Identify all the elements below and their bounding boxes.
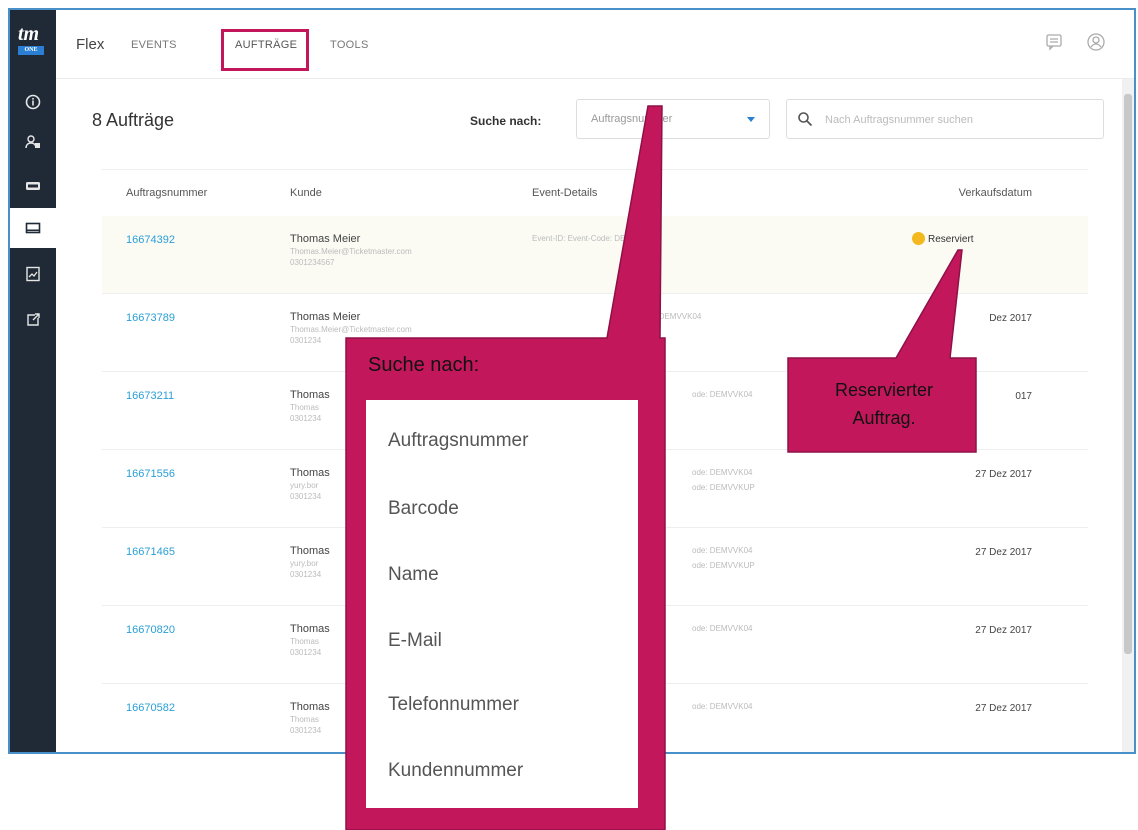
user-profile-icon[interactable] <box>1086 32 1106 52</box>
sidebar: tm ONE <box>10 10 56 752</box>
sidebar-item-external[interactable] <box>10 300 56 340</box>
card-icon <box>25 222 41 234</box>
status-text: Reserviert <box>928 234 974 245</box>
event-details: Event-Code: DEMVVK04 <box>612 312 702 321</box>
status-badge: Reserviert <box>912 232 974 245</box>
customer-email: yury.bor <box>290 481 319 490</box>
event-details: ode: DEMVVK04 <box>692 468 753 477</box>
order-number-link[interactable]: 16671556 <box>126 468 175 480</box>
customer-phone: 0301234567 <box>290 258 335 267</box>
chevron-down-icon <box>747 117 755 122</box>
customer-name: Thomas Meier <box>290 311 361 323</box>
sale-date: 27 Dez 2017 <box>975 703 1032 714</box>
search-callout-title: Suche nach: <box>368 354 480 376</box>
external-icon <box>27 313 40 326</box>
sidebar-item-tickets[interactable] <box>10 166 56 206</box>
tab-events[interactable]: EVENTS <box>131 39 177 51</box>
search-option-phone: Telefonnummer <box>388 694 519 715</box>
order-number-link[interactable]: 16673211 <box>126 390 174 402</box>
reserved-status-icon <box>912 232 925 245</box>
sale-date: 27 Dez 2017 <box>975 547 1032 558</box>
sale-date: 27 Dez 2017 <box>975 625 1032 636</box>
table-header: Auftragsnummer Kunde Event-Details Verka… <box>102 169 1088 217</box>
ticket-icon <box>26 182 40 190</box>
vertical-scrollbar[interactable] <box>1122 79 1134 752</box>
logo-text: tm <box>18 23 40 45</box>
sidebar-item-customers[interactable] <box>10 122 56 162</box>
event-details: ode: DEMVVK04 <box>692 546 753 555</box>
table-row[interactable]: 16673789 Thomas Meier Thomas.Meier@Ticke… <box>102 294 1088 372</box>
tm-one-logo: tm ONE <box>18 24 48 60</box>
scrollbar-thumb[interactable] <box>1124 94 1132 654</box>
col-customer[interactable]: Kunde <box>290 187 322 199</box>
search-by-value: Auftragsnummer <box>591 113 673 125</box>
order-number-link[interactable]: 16670820 <box>126 624 175 636</box>
search-option-barcode: Barcode <box>388 498 459 519</box>
users-icon <box>25 135 40 149</box>
search-input[interactable]: Nach Auftragsnummer suchen <box>786 99 1104 139</box>
sidebar-item-reports[interactable] <box>10 254 56 294</box>
customer-email: Thomas <box>290 715 319 724</box>
customer-name: Thomas <box>290 623 330 635</box>
reserved-callout-line2: Auftrag. <box>852 408 916 428</box>
customer-phone: 0301234 <box>290 414 322 423</box>
customer-email: yury.bor <box>290 559 319 568</box>
reserved-callout-line1: Reservierter <box>834 380 934 400</box>
customer-phone: 0301234 <box>290 648 322 657</box>
customer-name: Thomas <box>290 701 330 713</box>
sale-date: 27 Dez 2017 <box>975 469 1032 480</box>
customer-name: Thomas <box>290 389 330 401</box>
sidebar-item-info[interactable] <box>10 82 56 122</box>
customer-email: Thomas <box>290 637 319 646</box>
search-option-order-number: Auftragsnummer <box>388 430 529 451</box>
order-number-link[interactable]: 16671465 <box>126 546 175 558</box>
orders-count: 8 Aufträge <box>92 110 175 130</box>
event-details-2: ode: DEMVVKUP <box>692 483 755 492</box>
customer-name: Thomas <box>290 545 330 557</box>
search-option-name: Name <box>388 564 439 585</box>
search-option-email: E-Mail <box>388 630 442 651</box>
order-number-link[interactable]: 16673789 <box>126 312 175 324</box>
search-option-customer-number: Kundennummer <box>388 760 524 781</box>
brand-name: Flex <box>76 36 105 53</box>
tab-highlight-box <box>221 29 309 71</box>
table-row[interactable]: 16674392 Thomas Meier Thomas.Meier@Ticke… <box>102 216 1088 294</box>
customer-email: Thomas.Meier@Ticketmaster.com <box>290 247 412 256</box>
tab-tools[interactable]: TOOLS <box>330 39 369 51</box>
customer-phone: 0301234 <box>290 726 322 735</box>
search-placeholder: Nach Auftragsnummer suchen <box>825 114 973 126</box>
customer-phone: 0301234 <box>290 570 322 579</box>
search-options-list: Auftragsnummer Barcode Name E-Mail Telef… <box>366 400 638 808</box>
sale-date: Dez 2017 <box>989 313 1032 324</box>
event-details: Event-ID: Event-Code: DEMVVK04 <box>532 234 657 243</box>
col-order-number[interactable]: Auftragsnummer <box>126 187 207 199</box>
customer-name: Thomas <box>290 467 330 479</box>
info-icon <box>25 94 41 110</box>
search-by-select[interactable]: Auftragsnummer <box>576 99 770 139</box>
reserved-callout-label: Reservierter Auftrag. <box>792 376 976 432</box>
event-details: ode: DEMVVK04 <box>692 702 753 711</box>
logo-badge: ONE <box>18 46 44 55</box>
customer-phone: 0301234 <box>290 336 322 345</box>
sidebar-item-orders[interactable] <box>10 208 56 248</box>
customer-email: Thomas.Meier@Ticketmaster.com <box>290 325 412 334</box>
search-by-label: Suche nach: <box>470 114 542 128</box>
order-number-link[interactable]: 16674392 <box>126 234 175 246</box>
customer-name: Thomas Meier <box>290 233 361 245</box>
event-details: ode: DEMVVK04 <box>692 624 753 633</box>
report-icon <box>26 266 40 282</box>
event-details: ode: DEMVVK04 <box>692 390 753 399</box>
top-bar: Flex EVENTS AUFTRÄGE TOOLS <box>56 10 1134 79</box>
customer-phone: 0301234 <box>290 492 322 501</box>
col-event-details[interactable]: Event-Details <box>532 187 597 199</box>
messages-icon[interactable] <box>1044 32 1064 52</box>
event-details-2: ode: DEMVVKUP <box>692 561 755 570</box>
sale-date: 017 <box>1015 391 1032 402</box>
col-sale-date[interactable]: Verkaufsdatum <box>959 187 1032 199</box>
search-icon <box>798 112 813 127</box>
order-number-link[interactable]: 16670582 <box>126 702 175 714</box>
customer-email: Thomas <box>290 403 319 412</box>
